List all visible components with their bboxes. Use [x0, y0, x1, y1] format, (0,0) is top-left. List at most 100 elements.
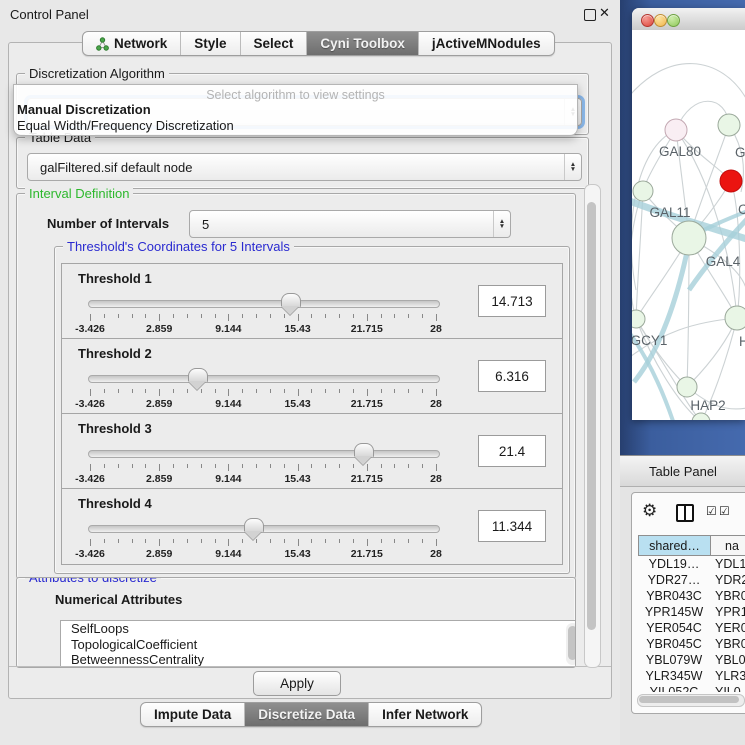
threshold-slider[interactable]: -3.4262.8599.14415.4321.71528 [86, 519, 448, 561]
slider-tick [145, 389, 146, 393]
slider-tick [367, 539, 368, 546]
threshold-value-field[interactable]: 6.316 [478, 360, 546, 392]
tab-jactivemnodules[interactable]: jActiveMNodules [419, 32, 554, 55]
network-node-c[interactable] [720, 170, 742, 192]
tab-network[interactable]: Network [83, 32, 181, 55]
table-row[interactable]: YBR043CYBR0 [638, 588, 745, 604]
tab-label: jActiveMNodules [432, 36, 541, 51]
tab-impute-data[interactable]: Impute Data [141, 703, 245, 726]
slider-tick [422, 539, 423, 543]
threshold-slider[interactable]: -3.4262.8599.14415.4321.71528 [86, 444, 448, 486]
threshold-slider[interactable]: -3.4262.8599.14415.4321.71528 [86, 294, 448, 336]
slider-tick [256, 314, 257, 318]
slider-tick [270, 389, 271, 393]
table-scrollbar-thumb[interactable] [639, 696, 739, 703]
slider-tick [422, 464, 423, 468]
list-scrollbar-thumb[interactable] [568, 626, 576, 660]
threshold-label: Threshold 1 [78, 271, 152, 286]
cell-name: YBR0 [710, 636, 745, 652]
slider-thumb[interactable] [354, 443, 374, 457]
table-row[interactable]: YIL052CYIL0 [638, 684, 745, 692]
slider-tick [242, 464, 243, 468]
threshold-slider[interactable]: -3.4262.8599.14415.4321.71528 [86, 369, 448, 411]
float-window-icon[interactable] [584, 9, 596, 21]
network-node-h[interactable] [725, 306, 745, 330]
tab-select[interactable]: Select [241, 32, 308, 55]
slider-tick [325, 464, 326, 468]
network-node-gal11[interactable] [633, 181, 653, 201]
table-row[interactable]: YLR345WYLR3 [638, 668, 745, 684]
algorithm-option-equal-width-frequency-discretization[interactable]: Equal Width/Frequency Discretization [17, 118, 234, 133]
cell-shared-name: YDR27… [638, 572, 710, 588]
slider-tick [132, 464, 133, 468]
table-row[interactable]: YDR27…YDR2 [638, 572, 745, 588]
table-row[interactable]: YPR145WYPR1 [638, 604, 745, 620]
tab-label: Style [194, 36, 226, 51]
gear-icon[interactable]: ⚙ [642, 501, 657, 521]
network-node-gal4[interactable] [672, 221, 706, 255]
slider-tick [381, 539, 382, 543]
slider-tick [145, 539, 146, 543]
settings-scrollbar-thumb[interactable] [587, 202, 596, 630]
threshold-row-threshold-1: Threshold 1 -3.4262.8599.14415.4321.71528… [62, 264, 562, 339]
slider-tick [311, 464, 312, 468]
checkbox-icon[interactable]: ☑ [719, 504, 730, 518]
cell-shared-name: YLR345W [638, 668, 710, 684]
network-node-hap2[interactable] [677, 377, 697, 397]
number-of-intervals-combobox[interactable]: 5 ▲▼ [189, 210, 511, 238]
threshold-value-field[interactable]: 11.344 [478, 510, 546, 542]
checkbox-icon[interactable]: ☑ [706, 504, 717, 518]
table-row[interactable]: YDL19…YDL1 [638, 556, 745, 572]
slider-tick [187, 464, 188, 468]
table-data-combobox[interactable]: galFiltered.sif default node ▲▼ [27, 153, 582, 181]
axis-tick-label: 2.859 [127, 323, 191, 335]
network-canvas[interactable]: GAL80GACGAL11GAL4GCY1HHAP2 [632, 30, 745, 420]
close-traffic-light-icon[interactable] [641, 14, 654, 27]
threshold-value-field[interactable]: 21.4 [478, 435, 546, 467]
control-panel-title: Control Panel [10, 7, 89, 22]
network-node-gcy1[interactable] [632, 310, 645, 328]
minimize-traffic-light-icon[interactable] [654, 14, 667, 27]
tab-cyni-toolbox[interactable]: Cyni Toolbox [307, 32, 419, 55]
slider-tick [381, 464, 382, 468]
network-edge [632, 64, 745, 100]
slider-tick [394, 389, 395, 393]
table-row[interactable]: YER054CYER0 [638, 620, 745, 636]
slider-thumb[interactable] [281, 293, 301, 307]
tab-discretize-data[interactable]: Discretize Data [245, 703, 369, 726]
slider-tick [284, 389, 285, 393]
axis-tick-label: -3.426 [58, 548, 122, 560]
control-panel-window: Control Panel ✕ Network Style Select Cyni T… [0, 0, 620, 745]
table-row[interactable]: YBR045CYBR0 [638, 636, 745, 652]
slider-tick [159, 389, 160, 396]
node-table: shared… na YDL19…YDL1YDR27…YDR2YBR043CYB… [638, 535, 745, 692]
settings-scrollbar[interactable] [584, 184, 601, 668]
algorithm-dropdown-popup: Select algorithm to view settings Manual… [13, 84, 578, 136]
close-icon[interactable]: ✕ [599, 5, 610, 21]
column-header-name[interactable]: na [711, 536, 745, 555]
tab-label: Cyni Toolbox [320, 36, 405, 51]
list-scrollbar[interactable] [566, 623, 576, 665]
column-header-shared-name[interactable]: shared… [639, 536, 711, 555]
network-node-ga[interactable] [718, 114, 740, 136]
axis-tick-label: 2.859 [127, 548, 191, 560]
split-columns-icon[interactable] [676, 504, 694, 522]
numerical-attributes-list[interactable]: SelfLoopsTopologicalCoefficientBetweenne… [60, 620, 576, 668]
table-horizontal-scrollbar[interactable] [637, 694, 745, 707]
attribute-item-topologicalcoefficient[interactable]: TopologicalCoefficient [61, 637, 576, 653]
network-node-gal80[interactable] [665, 119, 687, 141]
slider-thumb[interactable] [188, 368, 208, 382]
slider-thumb[interactable] [244, 518, 264, 532]
threshold-value-field[interactable]: 14.713 [478, 285, 546, 317]
zoom-traffic-light-icon[interactable] [667, 14, 680, 27]
tab-infer-network[interactable]: Infer Network [369, 703, 481, 726]
algorithm-option-manual-discretization[interactable]: Manual Discretization [17, 102, 151, 117]
slider-tick [228, 539, 229, 546]
slider-tick [242, 389, 243, 393]
apply-button[interactable]: Apply [253, 671, 341, 696]
slider-tick [270, 539, 271, 543]
attribute-item-selfloops[interactable]: SelfLoops [61, 621, 576, 637]
tab-style[interactable]: Style [181, 32, 240, 55]
axis-tick-label: 21.715 [335, 323, 399, 335]
table-row[interactable]: YBL079WYBL0 [638, 652, 745, 668]
